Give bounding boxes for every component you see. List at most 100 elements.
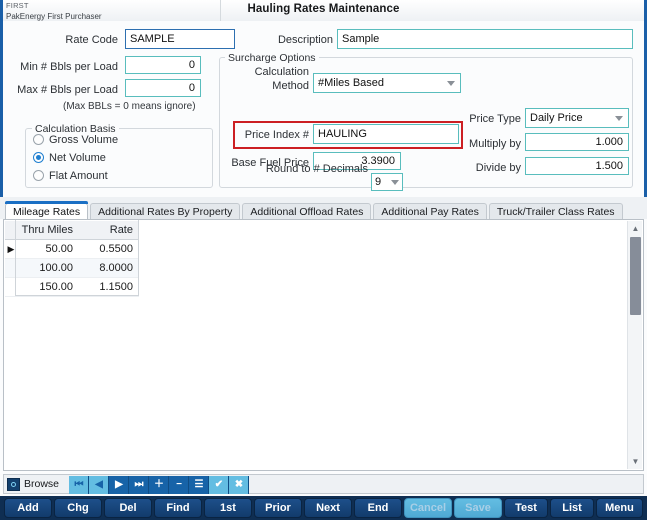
title-bar: FIRST PakEnergy First Purchaser Hauling …: [0, 0, 647, 22]
grid-cell-rate: 0.5500: [99, 243, 133, 255]
add-record-button[interactable]: ＋: [149, 476, 169, 494]
prior-button[interactable]: Prior: [254, 498, 302, 518]
radio-gross-volume[interactable]: Gross Volume: [33, 134, 118, 146]
grid-cell-thru-miles: 100.00: [39, 262, 73, 274]
rate-header-form: Rate Code SAMPLE Description Sample Min …: [0, 21, 647, 197]
browse-status-bar: Browse ⏮ ◀ ▶ ⏭ ＋ − ☰ ✔ ✖: [3, 474, 644, 494]
hauling-rates-maintenance-window: FIRST PakEnergy First Purchaser Hauling …: [0, 0, 647, 520]
chg-button[interactable]: Chg: [54, 498, 102, 518]
scroll-down-icon[interactable]: ▼: [628, 454, 643, 469]
action-button-bar: Add Chg Del Find 1st Prior Next End Canc…: [0, 496, 647, 520]
tab-truck-trailer-class-rates[interactable]: Truck/Trailer Class Rates: [488, 203, 623, 220]
record-navigator: ⏮ ◀ ▶ ⏭ ＋ − ☰ ✔ ✖: [69, 476, 249, 494]
grid-cell-rate: 8.0000: [99, 262, 133, 274]
round-decimals-value: 9: [375, 176, 382, 188]
table-row[interactable]: ▶ 50.00 0.5500: [5, 240, 139, 259]
grid-vertical-scrollbar[interactable]: ▲ ▼: [627, 221, 642, 469]
chevron-down-icon: [447, 81, 455, 86]
calculation-method-label-line2: Method: [272, 80, 309, 92]
round-decimals-select[interactable]: 9: [371, 173, 403, 191]
radio-net-volume[interactable]: Net Volume: [33, 152, 106, 164]
price-index-input[interactable]: HAULING: [313, 124, 459, 144]
surcharge-options-title: Surcharge Options: [225, 52, 319, 64]
grid-cell-rate: 1.1500: [99, 281, 133, 293]
first-button[interactable]: 1st: [204, 498, 252, 518]
grid-header-rate: Rate: [109, 224, 133, 236]
list-icon: ☰: [194, 479, 204, 490]
first-record-button[interactable]: ⏮: [69, 476, 89, 494]
grid-header-row: Thru Miles Rate: [5, 221, 139, 240]
add-button[interactable]: Add: [4, 498, 52, 518]
last-record-button[interactable]: ⏭: [129, 476, 149, 494]
cancel-record-button[interactable]: ✖: [229, 476, 249, 494]
price-type-value: Daily Price: [530, 112, 583, 124]
next-record-icon: ▶: [115, 479, 123, 490]
price-type-label: Price Type: [469, 113, 521, 125]
rate-code-label: Rate Code: [65, 34, 118, 46]
menu-button[interactable]: Menu: [596, 498, 643, 518]
max-bbls-input[interactable]: 0: [125, 79, 201, 97]
calculation-method-value: #Miles Based: [318, 77, 385, 89]
calculation-method-label-line1: Calculation: [254, 66, 309, 78]
tab-additional-offload-rates[interactable]: Additional Offload Rates: [242, 203, 372, 220]
description-input[interactable]: Sample: [337, 29, 633, 49]
check-icon: ✔: [214, 479, 224, 490]
table-row[interactable]: 100.00 8.0000: [5, 259, 139, 278]
table-row[interactable]: 150.00 1.1500: [5, 278, 139, 297]
next-button[interactable]: Next: [304, 498, 352, 518]
min-bbls-label: Min # Bbls per Load: [20, 61, 118, 73]
max-bbls-label: Max # Bbls per Load: [17, 84, 118, 96]
divide-by-input[interactable]: 1.500: [525, 157, 629, 175]
price-type-select[interactable]: Daily Price: [525, 108, 629, 128]
next-record-button[interactable]: ▶: [109, 476, 129, 494]
browse-icon: [7, 478, 20, 491]
min-bbls-input[interactable]: 0: [125, 56, 201, 74]
description-label: Description: [277, 34, 333, 46]
test-button[interactable]: Test: [504, 498, 548, 518]
radio-flat-amount[interactable]: Flat Amount: [33, 170, 108, 182]
calculation-method-select[interactable]: #Miles Based: [313, 73, 461, 93]
radio-net-volume-indicator: [33, 152, 44, 163]
multiply-by-label: Multiply by: [469, 138, 521, 150]
tab-additional-rates-by-property[interactable]: Additional Rates By Property: [90, 203, 241, 220]
end-button[interactable]: End: [354, 498, 402, 518]
price-index-label: Price Index #: [244, 129, 309, 141]
radio-flat-amount-label: Flat Amount: [49, 170, 108, 182]
list-button[interactable]: List: [550, 498, 594, 518]
grid-cell-thru-miles: 150.00: [39, 281, 73, 293]
max-bbls-note: (Max BBLs = 0 means ignore): [63, 101, 196, 112]
tab-bar: Mileage Rates Additional Rates By Proper…: [5, 201, 625, 220]
grid-header-thru-miles: Thru Miles: [21, 224, 73, 236]
tab-mileage-rates[interactable]: Mileage Rates: [5, 201, 89, 220]
accept-record-button[interactable]: ✔: [209, 476, 229, 494]
grid-row-indicator: ▶: [7, 244, 15, 254]
cancel-button: Cancel: [404, 498, 452, 518]
chevron-down-icon: [391, 180, 399, 185]
chevron-down-icon: [615, 116, 623, 121]
browse-mode-label: Browse: [24, 478, 60, 490]
first-record-icon: ⏮: [74, 479, 84, 490]
prior-record-icon: ◀: [95, 479, 103, 490]
list-records-button[interactable]: ☰: [189, 476, 209, 494]
tab-additional-pay-rates[interactable]: Additional Pay Rates: [373, 203, 487, 220]
mileage-rates-grid[interactable]: Thru Miles Rate ▶ 50.00 0.5500 100.00 8.…: [5, 221, 139, 297]
round-decimals-label: Round to # Decimals: [265, 163, 368, 175]
window-title: Hauling Rates Maintenance: [247, 3, 400, 15]
multiply-by-input[interactable]: 1.000: [525, 133, 629, 151]
grid-cell-thru-miles: 50.00: [45, 243, 73, 255]
find-button[interactable]: Find: [154, 498, 202, 518]
radio-gross-volume-indicator: [33, 134, 44, 145]
scrollbar-thumb[interactable]: [630, 237, 641, 315]
save-button: Save: [454, 498, 502, 518]
radio-gross-volume-label: Gross Volume: [49, 134, 119, 146]
minus-icon: −: [176, 479, 182, 490]
prior-record-button[interactable]: ◀: [89, 476, 109, 494]
del-button[interactable]: Del: [104, 498, 152, 518]
scroll-up-icon[interactable]: ▲: [628, 221, 643, 236]
last-record-icon: ⏭: [134, 479, 144, 490]
mileage-rates-panel: Thru Miles Rate ▶ 50.00 0.5500 100.00 8.…: [3, 219, 644, 471]
delete-record-button[interactable]: −: [169, 476, 189, 494]
radio-net-volume-label: Net Volume: [49, 152, 106, 164]
plus-icon: ＋: [154, 479, 164, 490]
divide-by-label: Divide by: [475, 162, 521, 174]
